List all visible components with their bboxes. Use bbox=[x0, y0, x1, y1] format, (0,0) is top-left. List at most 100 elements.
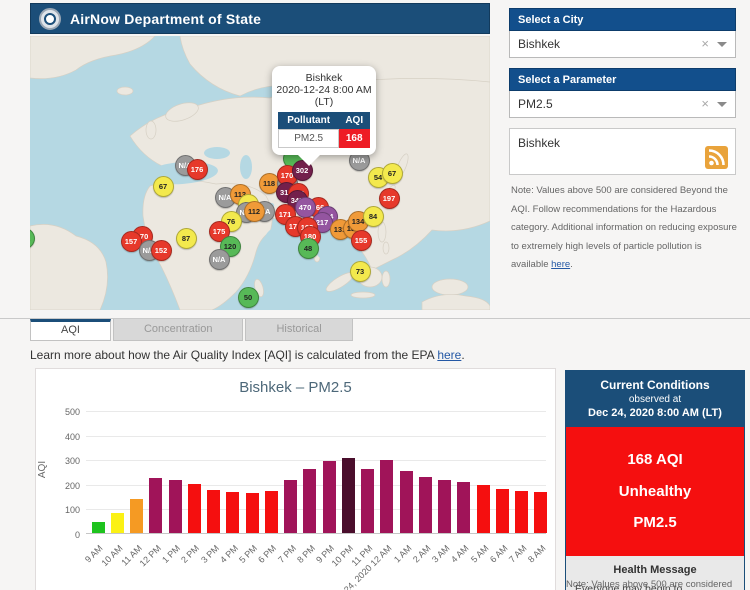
observed-at-label: observed at bbox=[570, 394, 740, 405]
parameter-dropdown[interactable]: PM2.5 × bbox=[509, 91, 736, 118]
clear-parameter-icon[interactable]: × bbox=[701, 91, 709, 117]
chart-bar[interactable] bbox=[534, 492, 547, 533]
y-tick-label: 100 bbox=[50, 505, 80, 515]
y-tick-label: 0 bbox=[50, 530, 80, 540]
map-marker[interactable]: 155 bbox=[351, 230, 372, 251]
page: AirNow Department of State bbox=[0, 0, 750, 590]
chart-bar[interactable] bbox=[246, 493, 259, 533]
y-tick-label: 500 bbox=[50, 407, 80, 417]
bottom-note: Note: Values above 500 are considered Be… bbox=[566, 579, 746, 590]
gridline bbox=[86, 436, 546, 437]
map-marker[interactable]: 152 bbox=[151, 240, 172, 261]
current-pollutant: PM2.5 bbox=[572, 507, 738, 539]
chart-bar[interactable] bbox=[149, 478, 162, 533]
map-marker[interactable]: 470 bbox=[295, 197, 316, 218]
map-marker[interactable]: 197 bbox=[379, 188, 400, 209]
current-conditions-panel: Current Conditions observed at Dec 24, 2… bbox=[565, 370, 745, 590]
map-marker[interactable]: N/A bbox=[209, 249, 230, 270]
chart-bar[interactable] bbox=[438, 480, 451, 533]
note-here-link[interactable]: here bbox=[551, 259, 570, 270]
chart-bar[interactable] bbox=[380, 460, 393, 533]
chevron-down-icon[interactable] bbox=[717, 102, 727, 112]
current-conditions-title: Current Conditions bbox=[570, 378, 740, 392]
chevron-down-icon[interactable] bbox=[717, 42, 727, 52]
app-title: AirNow Department of State bbox=[70, 11, 261, 27]
map-marker[interactable]: 176 bbox=[187, 159, 208, 180]
observed-datetime: Dec 24, 2020 8:00 AM (LT) bbox=[570, 407, 740, 419]
chart-bar[interactable] bbox=[226, 492, 239, 533]
chart-bar[interactable] bbox=[361, 469, 374, 533]
select-city-header: Select a City bbox=[509, 8, 736, 31]
chart-title: Bishkek – PM2.5 bbox=[36, 379, 555, 396]
x-tick-label: 1 AM bbox=[392, 543, 414, 565]
x-tick-label: 5 PM bbox=[237, 543, 259, 565]
popup-city: Bishkek bbox=[276, 72, 372, 84]
x-tick-label: 7 AM bbox=[507, 543, 529, 565]
chart-bar[interactable] bbox=[342, 458, 355, 533]
chart-bar[interactable] bbox=[284, 480, 297, 533]
chart-bar[interactable] bbox=[207, 490, 220, 533]
chart-bar[interactable] bbox=[303, 469, 316, 533]
chart-bar[interactable] bbox=[457, 482, 470, 533]
chart-bar[interactable] bbox=[477, 485, 490, 533]
chart-bar[interactable] bbox=[419, 477, 432, 533]
chart-bar[interactable] bbox=[92, 522, 105, 533]
chart-bar[interactable] bbox=[400, 471, 413, 533]
chart-bar[interactable] bbox=[265, 491, 278, 533]
x-tick-label: 2 AM bbox=[411, 543, 433, 565]
x-tick-label: 2 PM bbox=[179, 543, 201, 565]
tab-historical[interactable]: Historical bbox=[245, 319, 352, 341]
map-marker[interactable]: 50 bbox=[238, 287, 259, 308]
x-tick-label: 1 PM bbox=[160, 543, 182, 565]
x-tick-label: 3 AM bbox=[430, 543, 452, 565]
popup-pollutant-header: Pollutant bbox=[278, 112, 338, 130]
app-header: AirNow Department of State bbox=[30, 3, 490, 34]
gridline bbox=[86, 460, 546, 461]
clear-city-icon[interactable]: × bbox=[701, 31, 709, 57]
tab-concentration[interactable]: Concentration bbox=[113, 319, 244, 341]
map-marker[interactable]: 84 bbox=[363, 206, 384, 227]
rss-icon[interactable] bbox=[705, 146, 728, 169]
chart-bar[interactable] bbox=[188, 484, 201, 533]
map-marker[interactable]: 87 bbox=[176, 228, 197, 249]
current-aqi-value: 168 AQI bbox=[572, 444, 738, 476]
chart-bar[interactable] bbox=[323, 461, 336, 533]
map-marker[interactable]: 112 bbox=[244, 201, 265, 222]
x-tick-label: 5 AM bbox=[469, 543, 491, 565]
chart-plot bbox=[86, 411, 546, 534]
map-marker[interactable]: 67 bbox=[153, 176, 174, 197]
city-dropdown[interactable]: Bishkek × bbox=[509, 31, 736, 58]
y-tick-label: 300 bbox=[50, 456, 80, 466]
learn-more-text: Learn more about how the Air Quality Ind… bbox=[30, 348, 465, 362]
tab-bar: AQI Concentration Historical bbox=[30, 319, 355, 341]
aqi-chart: Bishkek – PM2.5 AQI 0100200300400500 9 A… bbox=[35, 368, 556, 590]
map-marker[interactable]: 67 bbox=[382, 163, 403, 184]
current-aqi-category: Unhealthy bbox=[572, 476, 738, 508]
popup-aqi-header: AQI bbox=[339, 112, 370, 130]
city-dropdown-value: Bishkek bbox=[518, 37, 560, 51]
popup-aqi-value: 168 bbox=[339, 130, 370, 148]
x-tick-label: 3 PM bbox=[199, 543, 221, 565]
popup-datetime: 2020-12-24 8:00 AM bbox=[276, 84, 372, 96]
x-tick-label: 4 PM bbox=[218, 543, 240, 565]
map-land bbox=[30, 36, 490, 310]
y-axis-title: AQI bbox=[37, 461, 48, 478]
chart-bar[interactable] bbox=[130, 499, 143, 533]
chart-bar[interactable] bbox=[169, 480, 182, 533]
world-map[interactable]: N/A17667N/A11391N/AN/A11276175120N/A50N/… bbox=[30, 36, 490, 310]
chart-bar[interactable] bbox=[515, 491, 528, 533]
x-tick-label: 7 PM bbox=[276, 543, 298, 565]
map-marker[interactable]: 73 bbox=[350, 261, 371, 282]
chart-bar[interactable] bbox=[111, 513, 124, 533]
x-tick-label: 6 PM bbox=[256, 543, 278, 565]
chart-bar[interactable] bbox=[496, 489, 509, 533]
select-parameter-header: Select a Parameter bbox=[509, 68, 736, 91]
rss-city-box: Bishkek bbox=[509, 128, 736, 175]
map-marker[interactable]: 48 bbox=[298, 238, 319, 259]
gridline bbox=[86, 411, 546, 412]
popup-pollutant-value: PM2.5 bbox=[278, 130, 338, 148]
dos-seal-icon bbox=[39, 8, 61, 30]
aqi-status-badge: 168 AQI Unhealthy PM2.5 bbox=[566, 427, 744, 556]
tab-aqi[interactable]: AQI bbox=[30, 319, 111, 341]
epa-here-link[interactable]: here bbox=[437, 348, 461, 362]
